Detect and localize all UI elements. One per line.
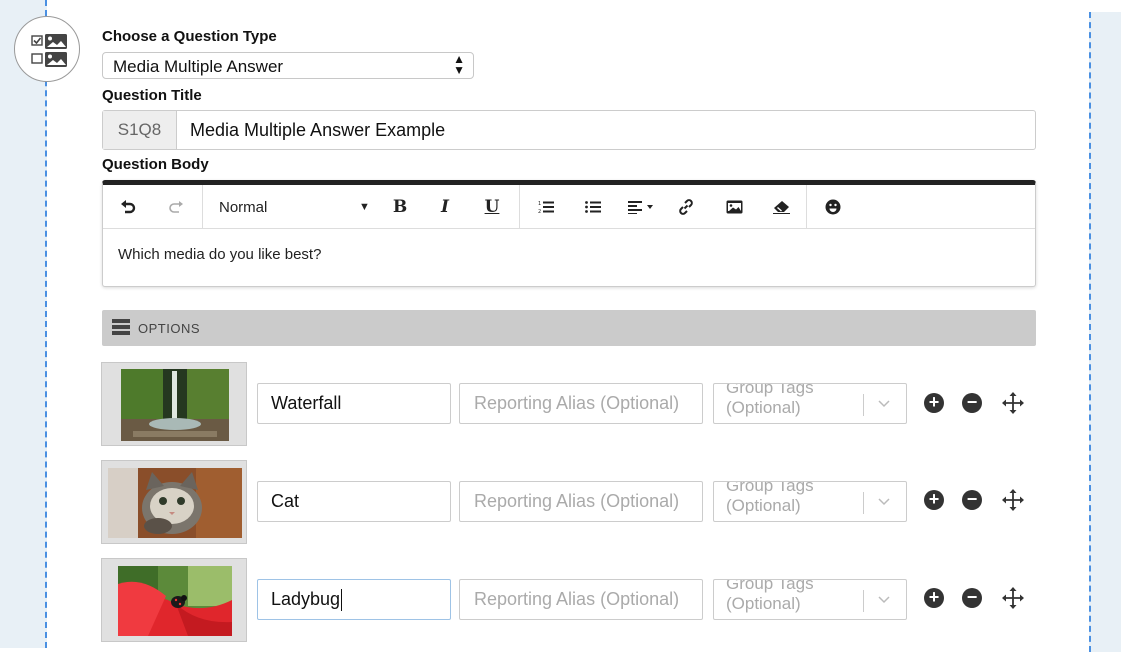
redo-icon[interactable] [165,185,187,229]
question-id-prefix: S1Q8 [103,111,177,149]
reporting-alias-input[interactable]: Reporting Alias (Optional) [459,481,703,522]
minus-circle-icon[interactable]: − [962,490,982,510]
bold-button[interactable]: B [389,185,411,229]
reporting-alias-input[interactable]: Reporting Alias (Optional) [459,579,703,620]
group-tags-placeholder: Group Tags (Optional) [726,481,814,515]
text-cursor [341,588,343,611]
option-label-text: Ladybug [271,589,341,609]
clear-format-icon[interactable] [770,185,792,229]
move-icon[interactable] [1002,392,1024,414]
minus-circle-icon[interactable]: − [962,393,982,413]
list-icon [112,318,130,338]
right-gutter [1089,12,1121,652]
text-style-value: Normal [219,198,268,216]
text-style-dropdown[interactable]: Normal ▼ [219,185,379,229]
question-body-label: Question Body [102,156,209,173]
svg-text:2: 2 [538,209,541,214]
group-tags-placeholder: Group Tags (Optional) [726,383,814,417]
ladybug-image[interactable] [101,558,247,642]
group-tags-select[interactable]: Group Tags (Optional) [713,579,907,620]
question-title-label: Question Title [102,87,202,104]
options-title: OPTIONS [138,320,201,336]
link-icon[interactable] [675,185,697,229]
svg-text:1: 1 [538,201,541,207]
italic-button[interactable]: I [434,185,456,229]
editor-content[interactable]: Which media do you like best? [103,229,1035,280]
question-title-field: S1Q8 Media Multiple Answer Example [102,110,1036,150]
option-label-input[interactable]: Cat [257,481,451,522]
option-label-input[interactable]: Ladybug [257,579,451,620]
group-tags-select[interactable]: Group Tags (Optional) [713,383,907,424]
ordered-list-icon[interactable]: 12 [535,185,557,229]
underline-button[interactable]: U [481,185,503,229]
plus-circle-icon[interactable]: + [924,588,944,608]
caret-down-icon: ▼ [359,201,370,213]
rich-text-editor: Normal ▼ B I U 12 Which media do you lik… [102,180,1036,287]
bullet-list-icon[interactable] [582,185,604,229]
chevron-down-icon [878,400,890,408]
question-type-value: Media Multiple Answer [113,57,284,76]
waterfall-image[interactable] [101,362,247,446]
question-type-select[interactable]: Media Multiple Answer ▲ ▼ [102,52,474,79]
plus-circle-icon[interactable]: + [924,393,944,413]
minus-circle-icon[interactable]: − [962,588,982,608]
question-title-input[interactable]: Media Multiple Answer Example [177,111,1035,149]
move-icon[interactable] [1002,587,1024,609]
editor-toolbar: Normal ▼ B I U 12 [103,185,1035,229]
left-gutter [0,0,47,648]
align-dropdown-icon[interactable] [625,185,659,229]
undo-icon[interactable] [117,185,139,229]
options-header: OPTIONS [102,310,1036,346]
chevron-down-icon [878,498,890,506]
group-tags-select[interactable]: Group Tags (Optional) [713,481,907,522]
emoji-icon[interactable] [822,185,844,229]
group-tags-placeholder: Group Tags (Optional) [726,579,814,613]
select-arrows-icon: ▲ ▼ [453,52,465,77]
image-icon[interactable] [723,185,745,229]
question-type-label: Choose a Question Type [102,28,277,45]
move-icon[interactable] [1002,489,1024,511]
cat-image[interactable] [101,460,247,544]
question-type-icon [14,16,80,82]
option-label-input[interactable]: Waterfall [257,383,451,424]
plus-circle-icon[interactable]: + [924,490,944,510]
chevron-down-icon [878,596,890,604]
reporting-alias-input[interactable]: Reporting Alias (Optional) [459,383,703,424]
